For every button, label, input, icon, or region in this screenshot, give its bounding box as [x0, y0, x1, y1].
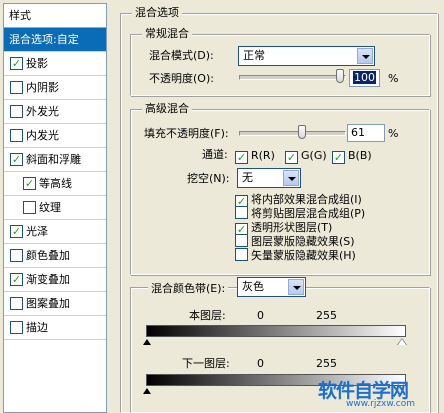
style-item[interactable]: 图案叠加: [4, 292, 106, 316]
styles-list: 样式 混合选项:自定投影内阴影外发光内发光斜面和浮雕等高线纹理光泽颜色叠加渐变叠…: [3, 3, 107, 413]
underlying-layer-max: 255: [316, 357, 337, 370]
advanced-option-label: 将内部效果混合成组(I): [251, 193, 362, 206]
checkbox-icon[interactable]: [285, 151, 298, 164]
channel-r-checkbox[interactable]: R(R): [235, 148, 275, 164]
watermark-logo: 软件自学网 www.rjzxw.com: [318, 376, 444, 413]
checkbox-icon[interactable]: [235, 206, 248, 219]
checkbox-icon[interactable]: [235, 248, 248, 261]
advanced-option-label: 将剪贴图层混合成组(P): [251, 207, 366, 220]
blend-if-value: 灰色: [242, 280, 264, 293]
style-item[interactable]: 颜色叠加: [4, 244, 106, 268]
chevron-down-icon[interactable]: [283, 170, 299, 186]
advanced-blending-title: 高级混合: [142, 102, 192, 116]
knockout-value: 无: [242, 171, 253, 184]
style-item[interactable]: 内发光: [4, 124, 106, 148]
advanced-option-checkbox[interactable]: 将剪贴图层混合成组(P): [235, 206, 365, 221]
advanced-option-checkbox[interactable]: 图层蒙版隐藏效果(S): [235, 234, 355, 249]
style-item[interactable]: 斜面和浮雕: [4, 148, 106, 172]
checkbox-icon[interactable]: [23, 201, 36, 214]
opacity-slider-thumb[interactable]: [336, 69, 344, 83]
opacity-label: 不透明度(O):: [149, 72, 214, 85]
checkbox-icon[interactable]: [10, 273, 23, 286]
checkbox-icon[interactable]: [332, 151, 345, 164]
advanced-option-checkbox[interactable]: 矢量蒙版隐藏效果(H): [235, 248, 356, 263]
opacity-slider-track[interactable]: [239, 75, 346, 80]
fill-opacity-unit: %: [388, 127, 399, 140]
channel-b-checkbox[interactable]: B(B): [332, 148, 372, 164]
opacity-unit: %: [388, 72, 399, 85]
blend-options-title: 混合选项: [132, 6, 182, 20]
underlying-layer-black-slider[interactable]: [143, 388, 151, 394]
style-item-label: 投影: [26, 57, 48, 70]
style-item-label: 内阴影: [26, 81, 59, 94]
watermark-url: www.rjzxw.com: [346, 399, 415, 409]
this-layer-max: 255: [316, 309, 337, 322]
advanced-option-label: 矢量蒙版隐藏效果(H): [251, 249, 356, 262]
style-item-label: 外发光: [26, 105, 59, 118]
blend-mode-value: 正常: [243, 49, 265, 62]
style-item[interactable]: 等高线: [4, 172, 106, 196]
knockout-label: 挖空(N):: [187, 172, 230, 185]
fill-opacity-value: 61: [351, 126, 365, 139]
checkbox-icon[interactable]: [10, 153, 23, 166]
opacity-value: 100: [353, 71, 376, 84]
style-item-label: 纹理: [39, 201, 61, 214]
fill-opacity-slider-track[interactable]: [239, 131, 346, 136]
advanced-option-label: 透明形状图层(T): [251, 221, 333, 234]
checkbox-icon[interactable]: [10, 297, 23, 310]
checkbox-icon[interactable]: [10, 129, 23, 142]
checkbox-icon[interactable]: [10, 57, 23, 70]
blend-if-select[interactable]: 灰色: [237, 277, 306, 297]
advanced-option-label: 图层蒙版隐藏效果(S): [251, 235, 355, 248]
blend-if-label: 混合颜色带(E):: [148, 281, 229, 297]
styles-list-header: 样式: [4, 4, 106, 28]
checkbox-icon[interactable]: [10, 105, 23, 118]
fill-opacity-label: 填充不透明度(F):: [144, 127, 229, 140]
checkbox-icon[interactable]: [10, 249, 23, 262]
this-layer-white-slider[interactable]: [397, 338, 407, 345]
style-item-label: 斜面和浮雕: [26, 153, 81, 166]
opacity-input[interactable]: 100: [349, 69, 380, 87]
this-layer-gradient: [146, 325, 406, 337]
style-item[interactable]: 描边: [4, 316, 106, 340]
checkbox-icon[interactable]: [23, 177, 36, 190]
checkbox-icon[interactable]: [10, 81, 23, 94]
underlying-layer-min: 0: [257, 357, 264, 370]
checkbox-icon[interactable]: [235, 234, 248, 247]
checkbox-icon[interactable]: [10, 225, 23, 238]
style-item-label: 光泽: [26, 225, 48, 238]
chevron-down-icon[interactable]: [288, 279, 304, 295]
style-item[interactable]: 内阴影: [4, 76, 106, 100]
style-item[interactable]: 混合选项:自定: [4, 28, 106, 52]
channel-g-checkbox[interactable]: G(G): [285, 148, 327, 164]
style-item[interactable]: 纹理: [4, 196, 106, 220]
fill-opacity-slider-thumb[interactable]: [298, 125, 307, 139]
underlying-layer-label: 下一图层:: [182, 357, 230, 370]
style-item[interactable]: 外发光: [4, 100, 106, 124]
this-layer-label: 本图层:: [189, 309, 226, 322]
style-item-label: 内发光: [26, 129, 59, 142]
channels-label: 通道:: [202, 148, 228, 161]
this-layer-min: 0: [257, 309, 264, 322]
style-item-label: 颜色叠加: [26, 249, 70, 262]
style-item[interactable]: 渐变叠加: [4, 268, 106, 292]
style-item-label: 描边: [26, 321, 48, 334]
chevron-down-icon[interactable]: [357, 48, 373, 64]
general-blending-title: 常规混合: [142, 27, 192, 41]
blend-mode-select[interactable]: 正常: [238, 46, 375, 66]
style-item-label: 图案叠加: [26, 297, 70, 310]
checkbox-icon[interactable]: [235, 151, 248, 164]
blend-mode-label: 混合模式(D):: [149, 49, 214, 62]
fill-opacity-input[interactable]: 61: [347, 124, 385, 142]
style-item-label: 等高线: [39, 177, 72, 190]
style-item-label: 混合选项:自定: [9, 33, 79, 46]
style-item[interactable]: 投影: [4, 52, 106, 76]
style-item-label: 渐变叠加: [26, 273, 70, 286]
this-layer-black-slider[interactable]: [143, 339, 151, 345]
checkbox-icon[interactable]: [10, 321, 23, 334]
style-item[interactable]: 光泽: [4, 220, 106, 244]
knockout-select[interactable]: 无: [237, 168, 301, 188]
